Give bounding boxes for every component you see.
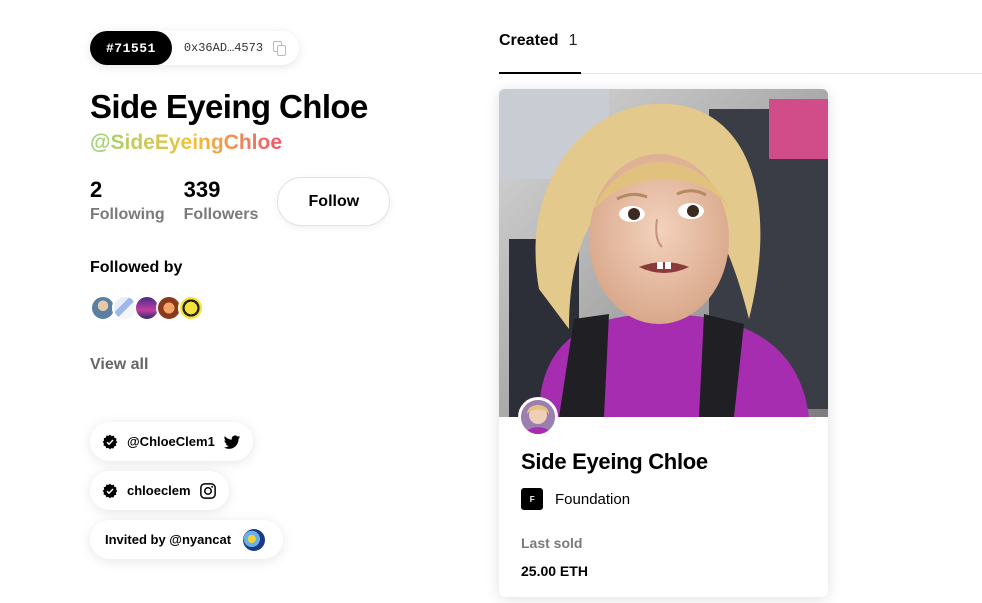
tab-created-count: 1 [568,32,578,49]
followed-by-label: Followed by [90,259,183,276]
followers-label: Followers [183,206,259,223]
verified-badge-icon [102,434,118,449]
following-stat[interactable]: 2 Following [90,177,165,226]
platform-name: Foundation [555,490,631,508]
followers-count: 339 [183,177,221,202]
twitter-link-chip[interactable]: @ChloeClem1 [90,422,253,461]
foundation-logo-icon: F [521,488,543,510]
instagram-handle: chloeclem [127,483,191,498]
profile-tabs: Created 1 [499,32,982,74]
following-label: Following [90,206,165,223]
tab-created-label: Created [499,32,559,49]
creator-avatar[interactable] [518,397,558,437]
token-address-pill: #71551 0x36AD…4573 [90,31,300,65]
follow-button[interactable]: Follow [277,177,391,226]
verified-badge-icon [102,483,118,498]
invited-by-text: Invited by @nyancat [105,532,232,547]
following-count: 2 [90,177,103,202]
last-sold-price: 25.00 ETH [521,563,588,579]
nft-card[interactable]: Side Eyeing Chloe F Foundation Last sold… [499,89,828,597]
followed-by-avatars [90,295,430,321]
nft-artwork[interactable] [499,89,828,417]
profile-stats: 2 Following 339 Followers Follow [90,177,430,226]
twitter-icon [223,434,241,449]
instagram-link-chip[interactable]: chloeclem [90,471,229,510]
profile-handle: @SideEyeingChloe [90,129,430,157]
nft-title[interactable]: Side Eyeing Chloe [521,449,708,475]
last-sold-label: Last sold [521,535,583,551]
artwork-image [499,89,828,417]
copy-icon[interactable] [271,39,289,57]
instagram-icon [199,482,216,499]
wallet-address[interactable]: 0x36AD…4573 [172,41,271,55]
profile-name: Side Eyeing Chloe [90,88,368,125]
profile-column: #71551 0x36AD…4573 Side Eyeing Chloe @Si… [90,31,430,569]
inviter-avatar [243,528,266,551]
view-all-link[interactable]: View all [90,355,430,375]
platform-row[interactable]: F Foundation [521,488,630,510]
follower-avatar[interactable] [178,295,204,321]
invited-by-chip[interactable]: Invited by @nyancat [90,520,284,559]
social-links: @ChloeClem1 chloeclem Invited by @nyanca… [90,422,430,569]
tab-created[interactable]: Created 1 [499,32,581,74]
twitter-handle: @ChloeClem1 [127,434,215,449]
token-id-badge: #71551 [90,31,172,65]
followers-stat[interactable]: 339 Followers [184,177,259,226]
